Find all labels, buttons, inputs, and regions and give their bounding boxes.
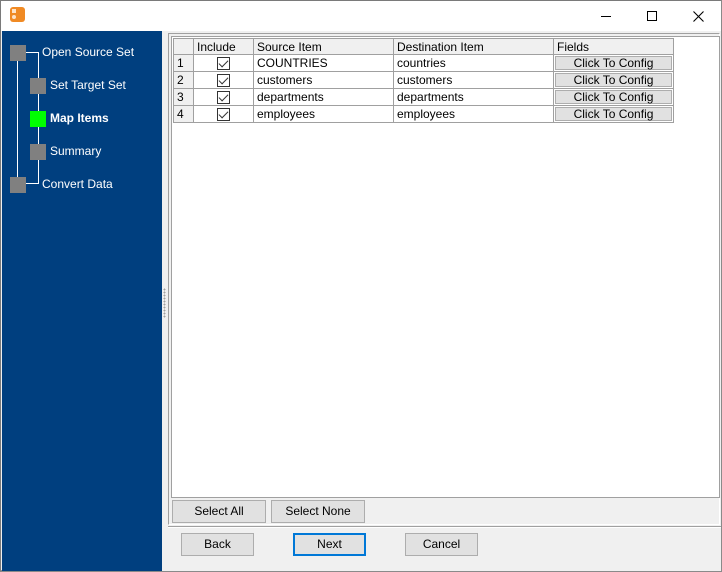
minimize-icon [601,15,611,17]
destination-item-cell[interactable]: departments [393,88,554,106]
app-icon [10,7,25,22]
column-header-corner[interactable] [173,38,194,55]
source-item-cell[interactable]: employees [253,105,394,123]
step-indicator-convert-data [10,177,26,193]
include-checkbox[interactable] [217,57,230,71]
title-bar [1,1,721,31]
step-connector [25,183,38,184]
column-header-fields[interactable]: Fields [553,38,674,55]
wizard-steps-sidebar: Open Source Set Set Target Set Map Items… [2,31,162,571]
table-row[interactable]: 4 employees employees Click To Config [173,105,674,123]
wizard-window: Open Source Set Set Target Set Map Items… [0,0,722,572]
step-convert-data: Convert Data [42,177,113,191]
back-button[interactable]: Back [181,533,254,556]
config-fields-button[interactable]: Click To Config [555,73,672,87]
step-map-items: Map Items [50,111,109,125]
row-number[interactable]: 4 [173,105,194,123]
close-icon [692,10,704,22]
column-header-source-item[interactable]: Source Item [253,38,394,55]
step-indicator-open-source-set [10,45,26,61]
step-indicator-summary [30,144,46,160]
fields-cell: Click To Config [553,88,674,106]
config-fields-button[interactable]: Click To Config [555,90,672,104]
step-set-target-set: Set Target Set [50,78,126,92]
select-none-button[interactable]: Select None [271,500,365,523]
table-row[interactable]: 1 COUNTRIES countries Click To Config [173,54,674,72]
map-items-panel: Include Source Item Destination Item Fie… [168,33,720,525]
step-summary: Summary [50,144,102,158]
destination-item-cell[interactable]: customers [393,71,554,89]
column-header-destination-item[interactable]: Destination Item [393,38,554,55]
content-area: Include Source Item Destination Item Fie… [168,31,721,571]
select-all-button[interactable]: Select All [172,500,266,523]
table-row[interactable]: 3 departments departments Click To Confi… [173,88,674,106]
items-table: Include Source Item Destination Item Fie… [173,38,674,123]
config-fields-button[interactable]: Click To Config [555,107,672,121]
splitter-grip-icon[interactable] [163,288,166,318]
maximize-icon [647,11,657,21]
include-cell[interactable] [193,88,254,106]
include-checkbox[interactable] [217,74,230,88]
include-cell[interactable] [193,71,254,89]
config-fields-button[interactable]: Click To Config [555,56,672,70]
fields-cell: Click To Config [553,71,674,89]
row-number[interactable]: 3 [173,88,194,106]
step-open-source-set: Open Source Set [42,45,135,59]
footer-divider [168,526,721,528]
include-checkbox[interactable] [217,91,230,105]
fields-cell: Click To Config [553,105,674,123]
source-item-cell[interactable]: COUNTRIES [253,54,394,72]
close-button[interactable] [675,1,721,31]
table-row[interactable]: 2 customers customers Click To Config [173,71,674,89]
row-number[interactable]: 1 [173,54,194,72]
next-button[interactable]: Next [293,533,366,556]
maximize-button[interactable] [629,1,675,31]
include-checkbox[interactable] [217,108,230,122]
source-item-cell[interactable]: departments [253,88,394,106]
fields-cell: Click To Config [553,54,674,72]
source-item-cell[interactable]: customers [253,71,394,89]
destination-item-cell[interactable]: countries [393,54,554,72]
step-indicator-set-target-set [30,78,46,94]
cancel-button[interactable]: Cancel [405,533,478,556]
step-connector-outer [17,52,18,184]
items-grid[interactable]: Include Source Item Destination Item Fie… [171,36,720,498]
row-number[interactable]: 2 [173,71,194,89]
step-connector [25,52,38,53]
minimize-button[interactable] [583,1,629,31]
column-header-include[interactable]: Include [193,38,254,55]
destination-item-cell[interactable]: employees [393,105,554,123]
step-indicator-map-items [30,111,46,127]
include-cell[interactable] [193,54,254,72]
table-header-row: Include Source Item Destination Item Fie… [173,38,674,55]
include-cell[interactable] [193,105,254,123]
